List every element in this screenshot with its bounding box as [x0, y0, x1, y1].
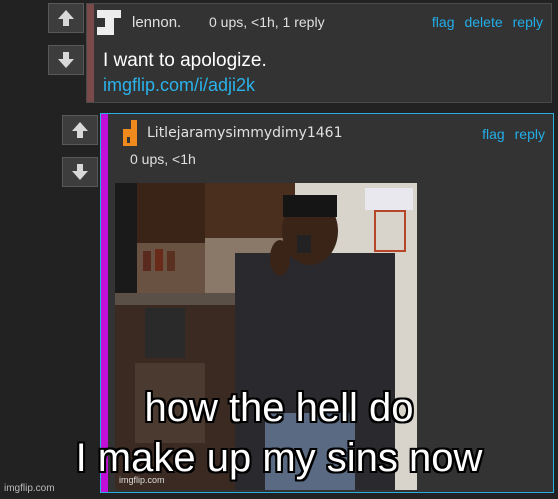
flag-link[interactable]: flag	[482, 126, 505, 142]
downvote-button[interactable]	[48, 45, 84, 75]
comment-thread-bar	[87, 4, 94, 102]
upvote-button[interactable]	[62, 115, 98, 145]
arrow-up-icon	[72, 122, 88, 138]
arrow-down-icon	[58, 52, 74, 68]
site-watermark: imgflip.com	[4, 483, 55, 494]
downvote-button[interactable]	[62, 157, 98, 187]
comment-username[interactable]: Litlejaramysimmydimy1461	[147, 125, 342, 141]
j-letter-icon	[97, 10, 121, 35]
reply-link[interactable]: reply	[515, 126, 545, 142]
comment-actions: flag delete reply	[432, 14, 543, 30]
meme-caption-line1: how the hell do	[144, 386, 414, 430]
comment-username[interactable]: lennon.	[132, 14, 181, 31]
flag-link[interactable]: flag	[432, 14, 455, 30]
comment-meta: 0 ups, <1h	[130, 151, 196, 167]
reply-link[interactable]: reply	[513, 14, 543, 30]
image-link[interactable]: imgflip.com/i/adji2k	[103, 75, 255, 96]
comment-text: I want to apologize.	[103, 50, 267, 71]
comment-card: lennon. 0 ups, <1h, 1 reply flag delete …	[86, 3, 552, 103]
comment-actions: flag reply	[482, 126, 545, 142]
upvote-button[interactable]	[48, 3, 84, 33]
arrow-up-icon	[58, 10, 74, 26]
delete-link[interactable]: delete	[464, 14, 502, 30]
arrow-down-icon	[72, 164, 88, 180]
meme-caption-line2: I make up my sins now	[75, 436, 483, 480]
orange-figure-icon	[123, 120, 137, 146]
comment-meta: 0 ups, <1h, 1 reply	[209, 14, 325, 30]
